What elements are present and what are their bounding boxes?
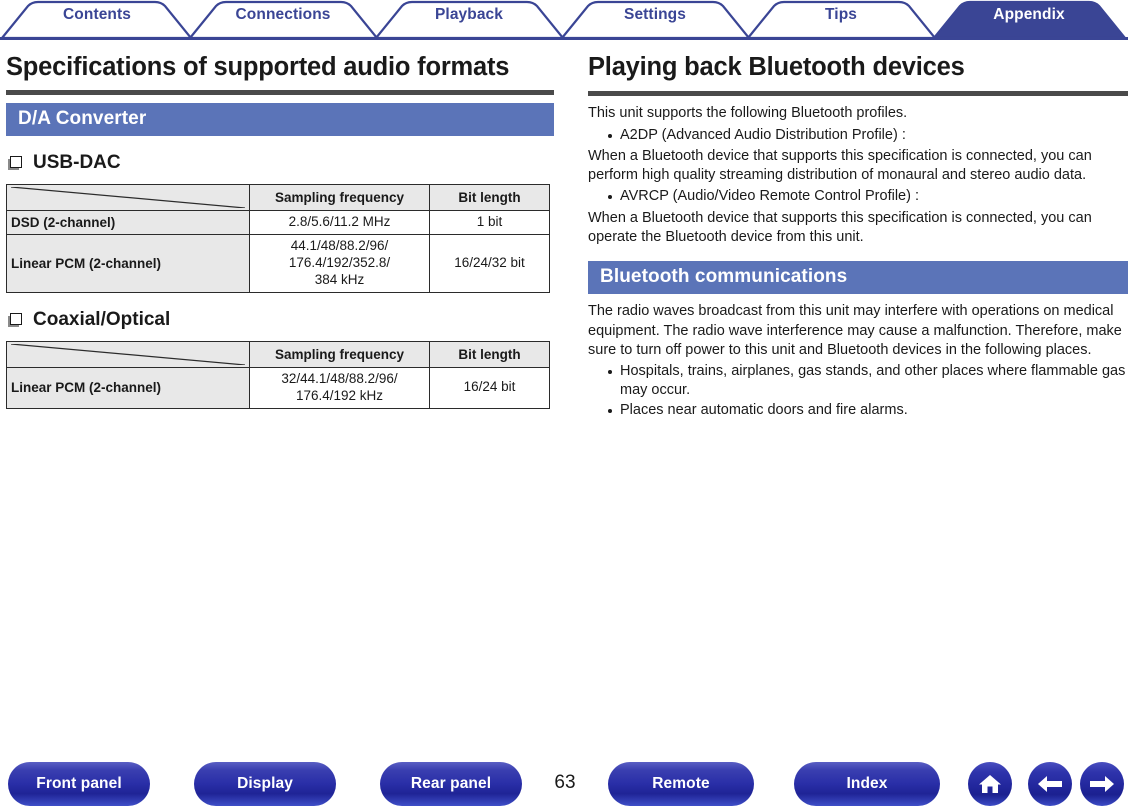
- arrow-left-icon: [1038, 776, 1062, 792]
- diagonal-slash-icon: [11, 344, 245, 365]
- tab-playback[interactable]: Playback: [400, 6, 538, 24]
- page-number: 63: [554, 772, 576, 793]
- arrow-right-icon: [1090, 776, 1114, 792]
- list-item: Hospitals, trains, airplanes, gas stands…: [608, 362, 1128, 401]
- column-header-bitlength: Bit length: [429, 340, 550, 368]
- button-label: Remote: [652, 775, 710, 792]
- subheading-label: Coaxial/Optical: [33, 308, 171, 330]
- column-header-bitlength: Bit length: [429, 184, 550, 212]
- row-label: DSD (2-channel): [6, 210, 250, 236]
- square-bullet-icon: [6, 312, 22, 328]
- table-header-row: Sampling frequency Bit length: [6, 340, 550, 368]
- heading-rule-left: [6, 90, 554, 96]
- subheading-usb-dac: USB-DAC: [6, 152, 554, 174]
- button-label: Rear panel: [410, 775, 492, 792]
- cell-bitlength: 16/24 bit: [429, 366, 550, 409]
- column-header-sampling: Sampling frequency: [249, 340, 430, 368]
- tab-bottom-rule: [0, 37, 1128, 40]
- cell-bitlength: 16/24/32 bit: [429, 234, 550, 293]
- corner-cell: [6, 340, 250, 368]
- profile-body-avrcp: When a Bluetooth device that supports th…: [588, 209, 1092, 246]
- back-button[interactable]: [1028, 762, 1072, 806]
- table-row: Linear PCM (2-channel) 32/44.1/48/88.2/9…: [6, 366, 550, 409]
- list-item: AVRCP (Audio/Video Remote Control Profil…: [608, 187, 1128, 206]
- row-label: Linear PCM (2-channel): [6, 234, 250, 293]
- footer-button-front-panel[interactable]: Front panel: [8, 762, 150, 806]
- intro-text: This unit supports the following Bluetoo…: [588, 105, 908, 122]
- diagonal-slash-icon: [11, 187, 245, 208]
- cell-bitlength: 1 bit: [429, 210, 550, 236]
- footer-button-index[interactable]: Index: [794, 762, 940, 806]
- warning-list: Hospitals, trains, airplanes, gas stands…: [588, 362, 1128, 420]
- subheading-label: USB-DAC: [33, 152, 121, 174]
- corner-cell: [6, 184, 250, 212]
- footer-nav: Front panel Display Rear panel 63 Remote…: [0, 762, 1128, 812]
- square-bullet-icon: [6, 155, 22, 171]
- page-title-left: Specifications of supported audio format…: [6, 53, 510, 81]
- cell-sampling: 32/44.1/48/88.2/96/ 176.4/192 kHz: [249, 366, 430, 409]
- tab-contents[interactable]: Contents: [28, 6, 166, 24]
- profile-body-a2dp: When a Bluetooth device that supports th…: [588, 147, 1092, 184]
- footer-button-remote[interactable]: Remote: [608, 762, 754, 806]
- row-label: Linear PCM (2-channel): [6, 366, 250, 409]
- cell-sampling: 2.8/5.6/11.2 MHz: [249, 210, 430, 236]
- footer-button-display[interactable]: Display: [194, 762, 336, 806]
- section-band-da-converter: D/A Converter: [6, 103, 554, 137]
- tab-appendix[interactable]: Appendix: [960, 6, 1098, 24]
- table-header-row: Sampling frequency Bit length: [6, 184, 550, 212]
- table-row: Linear PCM (2-channel) 44.1/48/88.2/96/ …: [6, 234, 550, 293]
- tab-connections[interactable]: Connections: [214, 6, 352, 24]
- home-icon: [979, 775, 1001, 793]
- cell-sampling: 44.1/48/88.2/96/ 176.4/192/352.8/ 384 kH…: [249, 234, 430, 293]
- warning-text: The radio waves broadcast from this unit…: [588, 303, 1122, 358]
- table-coaxial-optical: Sampling frequency Bit length Linear PCM…: [6, 340, 550, 409]
- section-band-bluetooth-communications: Bluetooth communications: [588, 261, 1128, 295]
- button-label: Front panel: [36, 775, 122, 792]
- tab-settings[interactable]: Settings: [586, 6, 724, 24]
- footer-button-rear-panel[interactable]: Rear panel: [380, 762, 522, 806]
- list-item: A2DP (Advanced Audio Distribution Profil…: [608, 126, 1128, 145]
- home-button[interactable]: [968, 762, 1012, 806]
- heading-rule-right: [588, 91, 1128, 97]
- right-column: Playing back Bluetooth devices This unit…: [588, 52, 1128, 420]
- tab-shapes: [0, 0, 1128, 40]
- column-header-sampling: Sampling frequency: [249, 184, 430, 212]
- button-label: Index: [846, 775, 888, 792]
- tab-bar: Contents Connections Playback Settings T…: [0, 0, 1128, 40]
- page-title-right: Playing back Bluetooth devices: [588, 53, 965, 81]
- profile-list-avrcp: AVRCP (Audio/Video Remote Control Profil…: [588, 187, 1128, 206]
- list-item: Places near automatic doors and fire ala…: [608, 401, 1128, 420]
- profile-list-a2dp: A2DP (Advanced Audio Distribution Profil…: [588, 126, 1128, 145]
- forward-button[interactable]: [1080, 762, 1124, 806]
- table-usb-dac: Sampling frequency Bit length DSD (2-cha…: [6, 184, 550, 293]
- button-label: Display: [237, 775, 293, 792]
- left-column: Specifications of supported audio format…: [6, 52, 554, 409]
- subheading-coaxial-optical: Coaxial/Optical: [6, 309, 554, 331]
- table-row: DSD (2-channel) 2.8/5.6/11.2 MHz 1 bit: [6, 210, 550, 236]
- tab-tips[interactable]: Tips: [772, 6, 910, 24]
